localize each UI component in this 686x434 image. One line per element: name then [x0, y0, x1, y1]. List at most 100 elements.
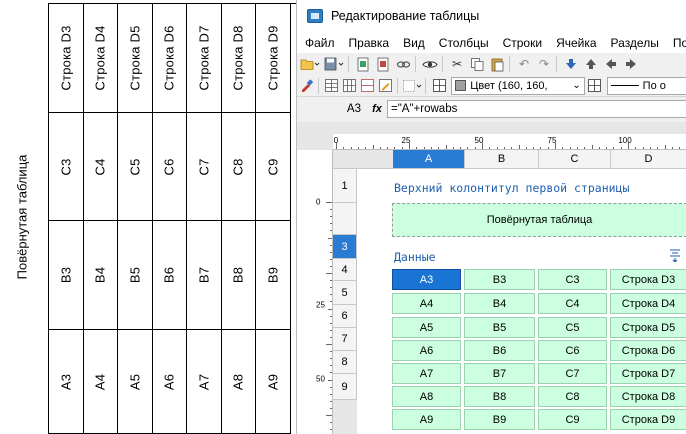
line-style-icon[interactable] [587, 77, 603, 95]
menu-sections[interactable]: Разделы [604, 36, 666, 50]
row-header-4[interactable]: 4 [333, 259, 357, 281]
menu-help[interactable]: Пом [666, 36, 686, 50]
move-down-icon[interactable] [562, 55, 580, 73]
grid-border-icon[interactable] [431, 77, 447, 95]
data-cell[interactable]: Строка D3 [610, 269, 686, 290]
data-cell[interactable]: A5 [392, 317, 461, 338]
ruler-tick [343, 147, 345, 149]
horizontal-ruler: 0 25 50 75 100 [333, 134, 686, 150]
data-cell[interactable]: Строка D5 [610, 317, 686, 338]
ruler-tick [576, 147, 578, 149]
data-cell[interactable]: Строка D6 [610, 340, 686, 361]
column-header-d[interactable]: D [611, 150, 686, 169]
ruler-tick [330, 216, 332, 218]
insert-column-icon[interactable] [342, 77, 358, 95]
insert-row-icon[interactable] [324, 77, 340, 95]
data-cell[interactable]: C5 [538, 317, 607, 338]
redo-icon[interactable]: ↷ [535, 55, 553, 73]
drawing-cell-text: Строка D6 [161, 25, 177, 91]
data-cell[interactable]: B6 [464, 340, 535, 361]
data-cell[interactable]: B7 [464, 363, 535, 384]
menu-rows[interactable]: Строки [496, 36, 549, 50]
column-header-a[interactable]: A [393, 150, 465, 169]
data-cell[interactable]: A9 [392, 409, 461, 430]
color-select[interactable]: Цвет (160, 160, ⌄ [451, 76, 585, 95]
row-header-9[interactable]: 9 [333, 374, 357, 400]
move-left-icon[interactable] [602, 55, 620, 73]
row-header-3[interactable]: 3 [333, 235, 357, 259]
data-cell[interactable]: B4 [464, 293, 535, 314]
cell-reference[interactable]: A3 [297, 103, 367, 115]
menu-edit[interactable]: Правка [342, 36, 397, 50]
undo-icon[interactable]: ↶ [515, 55, 533, 73]
cut-icon[interactable]: ✂ [448, 55, 466, 73]
drawing-cell: A6 [152, 330, 187, 434]
data-cell[interactable]: Строка D9 [610, 409, 686, 430]
paste-icon[interactable] [488, 55, 506, 73]
copy-icon[interactable] [468, 55, 486, 73]
row-header-2[interactable] [333, 203, 357, 235]
ruler-tick [330, 265, 332, 267]
data-cell[interactable]: C6 [538, 340, 607, 361]
preview-eye-icon[interactable] [421, 55, 439, 73]
row-header-8[interactable]: 8 [333, 351, 357, 374]
data-cell[interactable]: A8 [392, 386, 461, 407]
drawing-cell: C3 [49, 113, 84, 221]
row-header-7[interactable]: 7 [333, 328, 357, 351]
row-header-6[interactable]: 6 [333, 305, 357, 328]
data-cell[interactable]: B9 [464, 409, 535, 430]
selected-cell[interactable]: A3 [392, 269, 461, 290]
borders-icon[interactable] [402, 77, 422, 95]
first-page-header-cell[interactable]: Повёрнутая таблица [392, 203, 686, 237]
column-header-c[interactable]: C [539, 150, 611, 169]
data-cell[interactable]: A7 [392, 363, 461, 384]
ruler-tick [330, 258, 332, 260]
data-cell[interactable]: Строка D7 [610, 363, 686, 384]
ruler-tick [372, 145, 374, 149]
ruler-tick [664, 145, 666, 149]
menu-columns[interactable]: Столбцы [432, 36, 496, 50]
import-icon[interactable] [374, 55, 392, 73]
toolbar-separator [556, 56, 557, 72]
data-cell[interactable]: C9 [538, 409, 607, 430]
merge-cells-icon[interactable] [360, 77, 376, 95]
row-header-1[interactable]: 1 [333, 169, 357, 203]
data-cell[interactable]: A6 [392, 340, 461, 361]
data-cell[interactable]: C7 [538, 363, 607, 384]
menu-cell[interactable]: Ячейка [549, 36, 603, 50]
data-cell[interactable]: A4 [392, 293, 461, 314]
title-bar[interactable]: Редактирование таблицы [297, 0, 686, 32]
drawing-cell: A9 [256, 330, 291, 434]
data-cell[interactable]: C8 [538, 386, 607, 407]
toolbar-separator [348, 56, 349, 72]
formula-input[interactable]: ="A"+rowabs [387, 100, 686, 118]
move-up-icon[interactable] [582, 55, 600, 73]
save-icon[interactable] [323, 55, 345, 73]
row-headers: 1 3456789 [333, 169, 357, 434]
row-header-5[interactable]: 5 [333, 281, 357, 305]
data-cell[interactable]: C3 [538, 269, 607, 290]
drawing-cell: B8 [221, 221, 256, 330]
data-cell[interactable]: B3 [464, 269, 535, 290]
export-icon[interactable] [354, 55, 372, 73]
link-icon[interactable] [394, 55, 412, 73]
menu-bar: Файл Правка Вид Столбцы Строки Ячейка Ра… [297, 32, 686, 53]
move-right-icon[interactable] [622, 55, 640, 73]
data-cell[interactable]: Строка D4 [610, 293, 686, 314]
format-brush-icon[interactable] [299, 77, 315, 95]
ruler-tick [330, 329, 332, 331]
data-cell[interactable]: B5 [464, 317, 535, 338]
menu-file[interactable]: Файл [297, 36, 342, 50]
data-cell[interactable]: C4 [538, 293, 607, 314]
open-folder-icon[interactable] [299, 55, 321, 73]
column-header-b[interactable]: B [465, 150, 539, 169]
line-style-select[interactable]: По о [606, 76, 686, 95]
section-settings-icon[interactable] [669, 248, 681, 265]
data-cell[interactable]: B8 [464, 386, 535, 407]
edit-cell-icon[interactable] [378, 77, 394, 95]
data-cell[interactable]: Строка D8 [610, 386, 686, 407]
drawing-cell-text: B8 [230, 266, 246, 284]
drawing-cell-text: C4 [92, 157, 108, 176]
ruler-tick [330, 301, 332, 303]
menu-view[interactable]: Вид [396, 36, 432, 50]
